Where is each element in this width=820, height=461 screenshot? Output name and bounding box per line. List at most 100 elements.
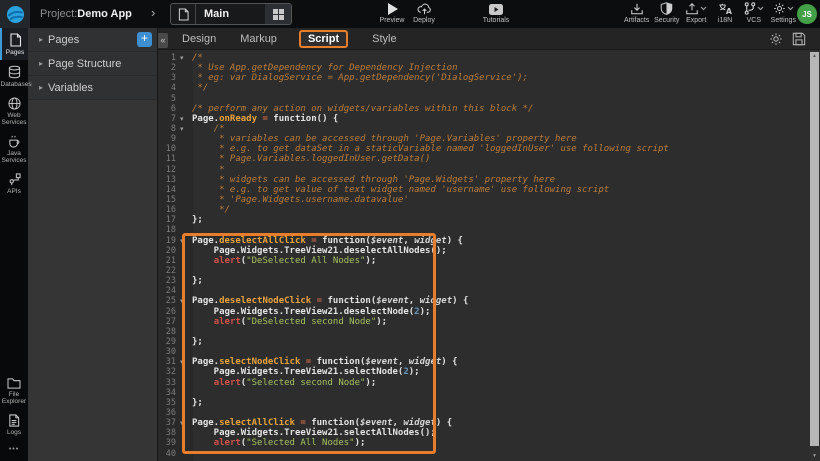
line-number: 26 — [158, 307, 179, 317]
code-line: 34 — [158, 388, 798, 398]
code-line: 21 alert("DeSelected All Nodes"); — [158, 256, 798, 266]
code-line: 19▾Page.deselectAllClick = function($eve… — [158, 236, 798, 246]
more-options-icon[interactable]: ••• — [0, 440, 28, 461]
scroll-up-arrow-icon[interactable]: ▲ — [810, 52, 819, 60]
sidebar-item-logs[interactable]: Logs — [0, 409, 28, 440]
code-line: 37▾Page.selectAllClick = function($event… — [158, 418, 798, 428]
vcs-button[interactable]: VCS — [742, 2, 766, 24]
line-number: 37 — [158, 418, 179, 428]
code-text: Page.selectNodeClick = function($event, … — [192, 357, 458, 367]
scrollbar-thumb[interactable]: ▲ — [810, 52, 819, 446]
code-text: alert("Selected All Nodes"); — [192, 438, 365, 448]
explorer-section-page-structure[interactable]: ▸ Page Structure — [28, 52, 157, 76]
code-line: 11 * Page.Variables.loggedInUser.getData… — [158, 154, 798, 164]
shield-icon — [660, 2, 673, 15]
scroll-down-arrow-icon[interactable]: ▼ — [810, 452, 819, 460]
editor-settings-gear-icon[interactable] — [769, 32, 783, 46]
settings-button[interactable]: Settings — [771, 2, 796, 24]
chevron-right-icon[interactable]: › — [151, 5, 155, 20]
line-number: 25 — [158, 296, 179, 306]
line-number: 24 — [158, 286, 179, 296]
code-text: /* — [192, 53, 203, 63]
code-line: 14 * e.g. to get value of text widget na… — [158, 185, 798, 195]
deploy-label: Deploy — [413, 17, 435, 24]
code-line: 40 — [158, 448, 798, 458]
collapse-panel-button[interactable]: « — [158, 33, 168, 48]
fold-caret-icon[interactable]: ▾ — [179, 358, 192, 366]
tab-script[interactable]: Script — [299, 30, 348, 48]
code-text: }; — [192, 215, 203, 225]
explorer-section-variables[interactable]: ▸ Variables — [28, 76, 157, 100]
code-line: 6/* perform any action on widgets/variab… — [158, 104, 798, 114]
deploy-button[interactable]: Deploy — [406, 2, 442, 24]
code-text: * e.g. to get dataSet in a staticVariabl… — [192, 144, 669, 154]
code-line: 29}; — [158, 337, 798, 347]
ide-window: Project:Demo App › Main Preview — [0, 0, 820, 461]
tab-markup[interactable]: Markup — [240, 33, 277, 45]
line-number: 6 — [158, 104, 179, 114]
fold-caret-icon[interactable]: ▾ — [179, 125, 192, 133]
pages-icon — [9, 33, 22, 47]
sidebar-item-apis[interactable]: APIs — [0, 168, 28, 199]
line-number: 28 — [158, 327, 179, 337]
code-editor[interactable]: 1▾/*2 * Use App.getDependency for Depend… — [158, 50, 820, 461]
sidebar-item-web-services[interactable]: Web Services — [0, 92, 28, 130]
project-label: Project: — [40, 8, 77, 20]
line-number: 14 — [158, 185, 179, 195]
code-text: Page.selectAllClick = function($event, w… — [192, 418, 452, 428]
tab-style[interactable]: Style — [372, 33, 396, 45]
app-logo[interactable] — [0, 0, 30, 28]
fold-caret-icon[interactable]: ▾ — [179, 115, 192, 123]
fold-caret-icon[interactable]: ▾ — [179, 297, 192, 305]
code-text: }; — [192, 337, 203, 347]
i18n-button[interactable]: A i18N — [713, 2, 737, 24]
code-line: 24 — [158, 286, 798, 296]
caret-right-icon[interactable]: ▸ — [34, 59, 48, 68]
caret-right-icon[interactable]: ▸ — [34, 35, 48, 44]
caret-right-icon[interactable]: ▸ — [34, 83, 48, 92]
sidebar-item-file-explorer[interactable]: File Explorer — [0, 372, 28, 409]
code-line: 26 Page.Widgets.TreeView21.deselectNode(… — [158, 307, 798, 317]
sidebar-item-databases[interactable]: Databases — [0, 60, 28, 92]
line-number: 1 — [158, 53, 179, 63]
user-avatar[interactable]: JS — [797, 4, 817, 24]
export-label: Export — [686, 17, 706, 24]
fold-caret-icon[interactable]: ▾ — [179, 54, 192, 62]
save-icon[interactable] — [792, 32, 806, 46]
code-text: */ — [192, 205, 230, 215]
play-icon — [387, 2, 398, 15]
code-text: Page.Widgets.TreeView21.deselectAllNodes… — [192, 246, 447, 256]
fold-caret-icon[interactable]: ▾ — [179, 419, 192, 427]
grid-icon[interactable] — [265, 4, 291, 24]
page-doc-icon — [171, 4, 196, 24]
rail-spacer — [0, 199, 28, 372]
project-name: Demo App — [77, 8, 132, 20]
code-text: alert("Selected second Node"); — [192, 378, 376, 388]
export-button[interactable]: Export — [684, 2, 708, 24]
add-page-button[interactable]: + — [137, 32, 152, 47]
gear-icon — [773, 2, 786, 15]
code-text: * — [192, 165, 225, 175]
explorer-panel: ▸ Pages + ▸ Page Structure ▸ Variables — [28, 28, 158, 461]
tutorials-button[interactable]: Tutorials — [478, 2, 514, 24]
line-number: 10 — [158, 144, 179, 154]
line-number: 15 — [158, 195, 179, 205]
page-selector-value: Main — [196, 4, 265, 24]
code-line: 36 — [158, 408, 798, 418]
sidebar-item-pages[interactable]: Pages — [0, 28, 28, 60]
topbar: Project:Demo App › Main Preview — [0, 0, 820, 28]
preview-button[interactable]: Preview — [374, 2, 410, 24]
page-selector[interactable]: Main — [170, 3, 292, 25]
tab-design[interactable]: Design — [182, 33, 216, 45]
code-line: 12 * — [158, 165, 798, 175]
vertical-scrollbar[interactable]: ▲ ▼ — [809, 50, 820, 461]
fold-caret-icon[interactable]: ▾ — [179, 237, 192, 245]
file-explorer-icon — [7, 377, 21, 389]
sidebar-item-java-services[interactable]: Java Services — [0, 130, 28, 168]
line-number: 3 — [158, 73, 179, 83]
line-number: 33 — [158, 378, 179, 388]
artifacts-button[interactable]: Artifacts — [624, 2, 649, 24]
security-button[interactable]: Security — [654, 2, 679, 24]
explorer-section-pages[interactable]: ▸ Pages + — [28, 28, 157, 52]
code-line: 22 — [158, 266, 798, 276]
